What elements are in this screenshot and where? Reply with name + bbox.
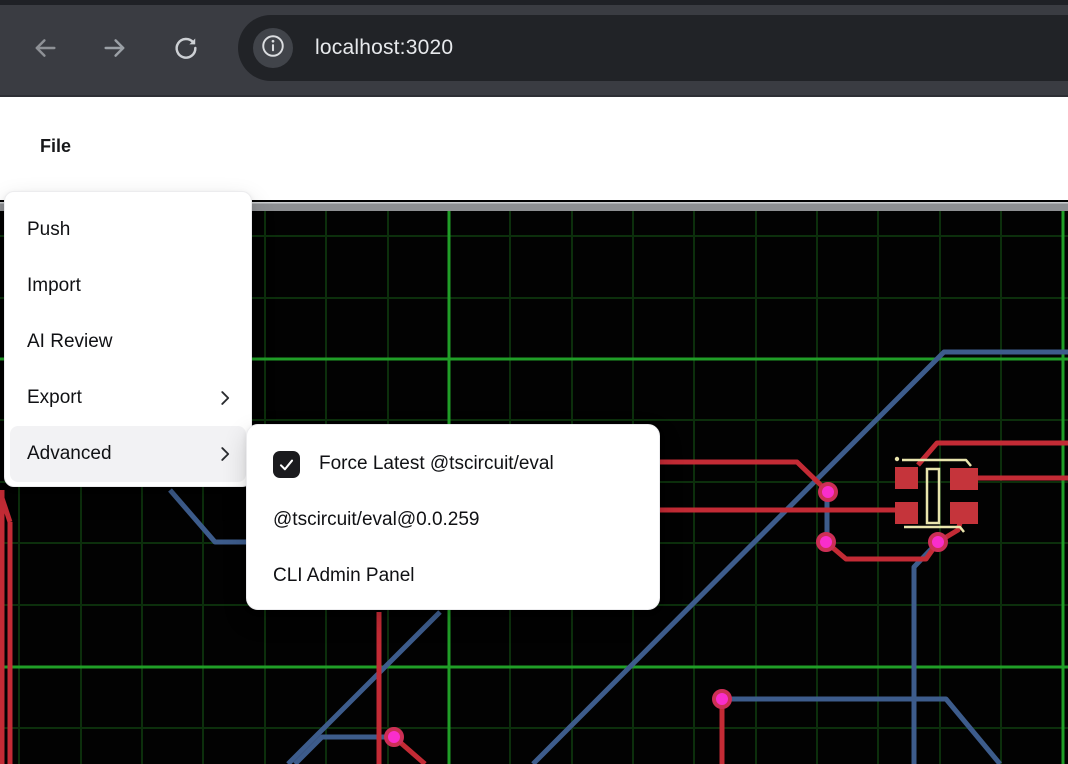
submenu-item-label: CLI Admin Panel <box>273 565 415 587</box>
submenu-item-eval-version[interactable]: @tscircuit/eval@0.0.259 <box>253 492 653 548</box>
menu-item-label: Push <box>27 219 70 241</box>
site-info-button[interactable] <box>253 28 293 68</box>
menu-item-ai-review[interactable]: AI Review <box>10 314 246 370</box>
advanced-submenu: Force Latest @tscircuit/eval @tscircuit/… <box>246 424 660 610</box>
reload-icon <box>172 34 200 62</box>
checkbox-checked-icon[interactable] <box>273 451 300 478</box>
chevron-right-icon <box>214 387 236 409</box>
window-top-strip <box>0 0 1068 5</box>
info-icon <box>260 33 286 64</box>
reload-button[interactable] <box>172 34 200 62</box>
address-bar[interactable]: localhost:3020 <box>238 15 1068 81</box>
submenu-item-force-latest[interactable]: Force Latest @tscircuit/eval <box>253 436 653 492</box>
menubar-item-file[interactable]: File <box>40 136 71 157</box>
submenu-item-label: @tscircuit/eval@0.0.259 <box>273 509 480 531</box>
menu-item-label: AI Review <box>27 331 113 353</box>
back-button[interactable] <box>31 34 59 62</box>
url-text[interactable]: localhost:3020 <box>315 15 453 81</box>
forward-arrow-icon <box>101 34 129 62</box>
back-arrow-icon <box>31 34 59 62</box>
menu-item-label: Advanced <box>27 443 112 465</box>
chevron-right-icon <box>214 443 236 465</box>
menu-item-import[interactable]: Import <box>10 258 246 314</box>
menu-item-label: Import <box>27 275 81 297</box>
submenu-item-label: Force Latest @tscircuit/eval <box>319 453 554 475</box>
browser-toolbar: localhost:3020 <box>0 0 1068 97</box>
menu-item-push[interactable]: Push <box>10 202 246 258</box>
submenu-item-cli-admin-panel[interactable]: CLI Admin Panel <box>253 548 653 604</box>
forward-button[interactable] <box>101 34 129 62</box>
menu-item-export[interactable]: Export <box>10 370 246 426</box>
file-dropdown-menu: Push Import AI Review Export Advanced <box>4 191 252 487</box>
menu-item-label: Export <box>27 387 82 409</box>
menu-item-advanced[interactable]: Advanced <box>10 426 246 482</box>
